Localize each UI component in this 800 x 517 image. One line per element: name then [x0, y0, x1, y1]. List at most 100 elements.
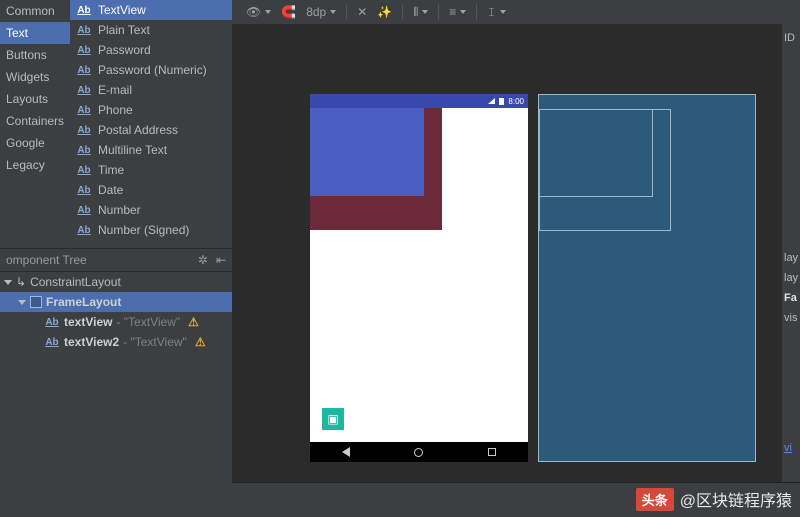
ab-icon: Ab [76, 225, 92, 236]
watermark-logo: 头条 [636, 488, 674, 511]
tree-node-name: textView [64, 315, 112, 329]
palette-item-label: TextView [98, 3, 146, 17]
gear-icon[interactable]: ✲ [198, 253, 208, 267]
pack-icon[interactable]: ⫴ [413, 5, 428, 20]
palette-item[interactable]: Ab Number (Signed) [70, 220, 232, 240]
palette-categories: CommonTextButtonsWidgetsLayoutsContainer… [0, 0, 70, 248]
component-tree-title: omponent Tree [6, 253, 87, 267]
ab-icon: Ab [76, 205, 92, 216]
attr-framelayout[interactable]: Fa [782, 288, 800, 308]
palette-item-label: Phone [98, 103, 133, 117]
separator [402, 4, 403, 20]
infer-constraints-icon[interactable]: ✨ [377, 5, 392, 19]
tree-node-name: textView2 [64, 335, 119, 349]
tree-node-textview[interactable]: AbtextView - "TextView"⚠ [0, 312, 232, 332]
palette-category[interactable]: Legacy [0, 154, 70, 176]
tree-node-textview[interactable]: Ab textView2 - "TextView" ⚠ [0, 332, 232, 352]
blueprint-preview[interactable] [538, 94, 756, 462]
collapse-icon[interactable]: ⇤ [216, 253, 226, 267]
battery-icon [499, 98, 504, 105]
recent-icon[interactable] [488, 448, 496, 456]
status-bar: 8:00 [310, 94, 528, 108]
textview-preview[interactable] [310, 108, 424, 196]
component-tree-header: omponent Tree ✲ ⇤ [0, 248, 232, 272]
separator [476, 4, 477, 20]
ab-icon: Ab [44, 337, 60, 348]
palette-item[interactable]: AbPassword [70, 40, 232, 60]
palette-category[interactable]: Common [0, 0, 70, 22]
ab-icon: Ab [76, 65, 92, 76]
palette-item[interactable]: Ab Time [70, 160, 232, 180]
palette-category[interactable]: Google [0, 132, 70, 154]
clear-constraints-icon[interactable]: ✕ [357, 5, 367, 19]
textview-blueprint[interactable] [539, 109, 653, 197]
expand-icon [4, 280, 12, 285]
eye-icon[interactable]: 👁 [246, 5, 271, 19]
tree-node-framelayout[interactable]: FrameLayout [0, 292, 232, 312]
signal-icon [488, 98, 495, 104]
fab-icon[interactable]: ▣ [322, 408, 344, 430]
palette-category[interactable]: Text [0, 22, 70, 44]
home-icon[interactable] [414, 448, 423, 457]
back-icon[interactable] [342, 447, 350, 457]
status-time: 8:00 [508, 97, 524, 106]
palette-item-label: Plain Text [98, 23, 150, 37]
design-surface: 👁 🧲 8dp ✕ ✨ ⫴ ≡ 𝙸 8:00 ▣ [232, 0, 800, 482]
attr-layout1[interactable]: lay [782, 248, 800, 268]
palette-item[interactable]: Ab TextView [70, 0, 232, 20]
separator [438, 4, 439, 20]
expand-icon [18, 300, 26, 305]
palette-item[interactable]: Ab Phone [70, 100, 232, 120]
palette-item[interactable]: AbPlain Text [70, 20, 232, 40]
warning-icon[interactable]: ⚠ [195, 335, 206, 349]
attr-layout2[interactable]: lay [782, 268, 800, 288]
ab-icon: Ab [76, 105, 92, 116]
guidelines-icon[interactable]: 𝙸 [487, 5, 505, 20]
palette-category[interactable]: Buttons [0, 44, 70, 66]
view-all-link[interactable]: vi [782, 438, 800, 458]
ab-icon: Ab [76, 45, 92, 56]
ab-icon: Ab [44, 317, 60, 328]
palette-category[interactable]: Layouts [0, 88, 70, 110]
frame-icon [30, 296, 42, 308]
warning-icon[interactable]: ⚠ [188, 315, 199, 329]
palette-item[interactable]: Ab Multiline Text [70, 140, 232, 160]
palette-item-label: Postal Address [98, 123, 178, 137]
tree-node-label: FrameLayout [46, 295, 121, 309]
ab-icon: Ab [76, 145, 92, 156]
palette-item[interactable]: AbPostal Address [70, 120, 232, 140]
tree-node-constraintlayout[interactable]: ↳ ConstraintLayout [0, 272, 232, 292]
palette-item-label: Date [98, 183, 123, 197]
default-margin[interactable]: 8dp [306, 5, 336, 19]
tree-node-label: ConstraintLayout [30, 275, 121, 289]
design-toolbar: 👁 🧲 8dp ✕ ✨ ⫴ ≡ 𝙸 [232, 0, 800, 24]
ab-icon: Ab [76, 165, 92, 176]
palette-item[interactable]: Ab Password (Numeric) [70, 60, 232, 80]
attr-visibility[interactable]: vis [782, 308, 800, 328]
palette-item-label: Password (Numeric) [98, 63, 207, 77]
attributes-panel: ID lay lay Fa vis vi [782, 24, 800, 482]
palette-item-label: Time [98, 163, 124, 177]
palette-item-label: Number (Signed) [98, 223, 189, 237]
palette-item[interactable]: Ab Number [70, 200, 232, 220]
magnet-icon[interactable]: 🧲 [281, 5, 296, 19]
tree-node-text: - "TextView" [123, 335, 187, 349]
ab-icon: Ab [76, 5, 92, 16]
align-icon[interactable]: ≡ [449, 5, 466, 19]
attr-id-label: ID [782, 28, 800, 48]
palette-item-label: Multiline Text [98, 143, 167, 157]
separator [346, 4, 347, 20]
palette-category[interactable]: Containers [0, 110, 70, 132]
canvas-area[interactable]: 8:00 ▣ [232, 24, 800, 482]
device-preview[interactable]: 8:00 ▣ [310, 94, 528, 462]
palette-category[interactable]: Widgets [0, 66, 70, 88]
palette-item[interactable]: Ab Date [70, 180, 232, 200]
palette-item-label: E-mail [98, 83, 132, 97]
palette-item[interactable]: Ab E-mail [70, 80, 232, 100]
ab-icon: Ab [76, 85, 92, 96]
nav-bar [310, 442, 528, 462]
margin-value: 8dp [306, 5, 326, 19]
ab-icon: Ab [76, 185, 92, 196]
watermark: 头条 @区块链程序猿 [636, 487, 792, 511]
palette-item-label: Number [98, 203, 141, 217]
